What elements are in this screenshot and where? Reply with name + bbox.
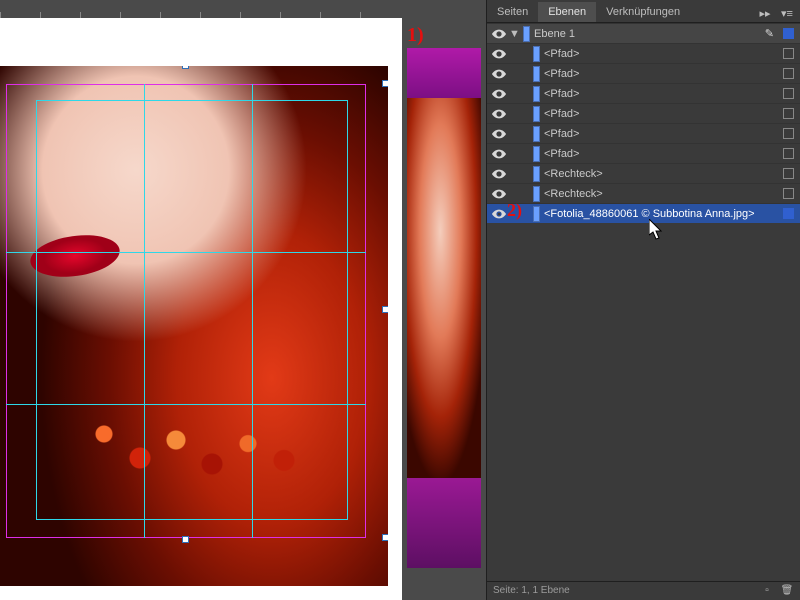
annotation-1: 1) bbox=[407, 24, 424, 47]
panel-menu-icon[interactable]: ▾≡ bbox=[778, 4, 796, 22]
sublayer-name: <Pfad> bbox=[544, 148, 796, 160]
selection-indicator-icon[interactable] bbox=[783, 68, 794, 79]
guide-vertical-1[interactable] bbox=[144, 84, 145, 538]
delete-layer-icon[interactable]: 🗑 bbox=[780, 584, 794, 598]
new-layer-icon[interactable]: ▫ bbox=[760, 584, 774, 598]
layer-subitem[interactable]: <Pfad> bbox=[487, 123, 800, 143]
tab-layers[interactable]: Ebenen bbox=[538, 2, 596, 22]
status-text: Seite: 1, 1 Ebene bbox=[493, 582, 570, 600]
visibility-toggle-icon[interactable] bbox=[491, 206, 507, 222]
panel-collapse-icon[interactable]: ▸▸ bbox=[756, 4, 774, 22]
disclosure-triangle-icon[interactable]: ▼ bbox=[509, 28, 519, 40]
layer-subitem[interactable]: <Pfad> bbox=[487, 83, 800, 103]
layer-color-swatch bbox=[533, 206, 540, 222]
selection-indicator-icon[interactable] bbox=[783, 28, 794, 39]
tab-pages[interactable]: Seiten bbox=[487, 2, 538, 22]
sublayer-name: <Fotolia_48860061 © Subbotina Anna.jpg> bbox=[544, 208, 796, 220]
tab-links[interactable]: Verknüpfungen bbox=[596, 2, 690, 22]
layers-list: ▼ Ebene 1 ✎ <Pfad> <Pfad> <Pfad> <Pfad> <Pfa… bbox=[487, 23, 800, 581]
visibility-toggle-icon[interactable] bbox=[491, 106, 507, 122]
visibility-toggle-icon[interactable] bbox=[491, 26, 507, 42]
layer-color-swatch bbox=[533, 126, 540, 142]
layer-color-swatch bbox=[533, 86, 540, 102]
handle-right[interactable] bbox=[382, 306, 388, 313]
layer-subitem[interactable]: <Pfad> bbox=[487, 63, 800, 83]
layer-subitem[interactable]: <Fotolia_48860061 © Subbotina Anna.jpg> bbox=[487, 203, 800, 223]
layer-subitem[interactable]: <Pfad> bbox=[487, 103, 800, 123]
visibility-toggle-icon[interactable] bbox=[491, 166, 507, 182]
layer-row-parent[interactable]: ▼ Ebene 1 ✎ bbox=[487, 23, 800, 43]
sublayer-name: <Rechteck> bbox=[544, 168, 796, 180]
layer-color-swatch bbox=[533, 186, 540, 202]
layer-color-swatch bbox=[533, 106, 540, 122]
layer-color-swatch bbox=[523, 26, 530, 42]
visibility-toggle-icon[interactable] bbox=[491, 146, 507, 162]
panel-tabs: Seiten Ebenen Verknüpfungen ▸▸ ▾≡ bbox=[487, 0, 800, 23]
handle-top[interactable] bbox=[182, 66, 189, 69]
guide-horizontal-1[interactable] bbox=[6, 252, 366, 253]
sublayer-name: <Pfad> bbox=[544, 48, 796, 60]
panel-status-bar: Seite: 1, 1 Ebene ▫ 🗑 bbox=[487, 581, 800, 600]
layer-subitem[interactable]: <Pfad> bbox=[487, 143, 800, 163]
selection-indicator-icon[interactable] bbox=[783, 168, 794, 179]
layer-color-swatch bbox=[533, 166, 540, 182]
placed-image[interactable] bbox=[0, 66, 388, 586]
layers-panel: Seiten Ebenen Verknüpfungen ▸▸ ▾≡ ▼ Eben… bbox=[486, 0, 800, 600]
selection-indicator-icon[interactable] bbox=[783, 88, 794, 99]
selection-indicator-icon[interactable] bbox=[783, 188, 794, 199]
visibility-toggle-icon[interactable] bbox=[491, 66, 507, 82]
selection-indicator-icon[interactable] bbox=[783, 48, 794, 59]
sublayer-name: <Pfad> bbox=[544, 108, 796, 120]
guide-horizontal-2[interactable] bbox=[6, 404, 366, 405]
layer-color-swatch bbox=[533, 146, 540, 162]
layer-subitem[interactable]: <Rechteck> bbox=[487, 183, 800, 203]
canvas-area[interactable]: 340350360370380390400410420430 bbox=[0, 0, 402, 600]
visibility-toggle-icon[interactable] bbox=[491, 86, 507, 102]
layer-subitem[interactable]: <Pfad> bbox=[487, 43, 800, 63]
visibility-toggle-icon[interactable] bbox=[491, 46, 507, 62]
handle-top-right[interactable] bbox=[382, 80, 388, 87]
sublayer-name: <Pfad> bbox=[544, 68, 796, 80]
layer-color-swatch bbox=[533, 66, 540, 82]
horizontal-ruler: 340350360370380390400410420430 bbox=[0, 0, 402, 18]
sublayer-name: <Pfad> bbox=[544, 88, 796, 100]
visibility-toggle-icon[interactable] bbox=[491, 126, 507, 142]
guide-vertical-2[interactable] bbox=[252, 84, 253, 538]
sublayer-name: <Rechteck> bbox=[544, 188, 796, 200]
layer-color-swatch bbox=[533, 46, 540, 62]
layer-subitem[interactable]: <Rechteck> bbox=[487, 163, 800, 183]
selection-indicator-icon[interactable] bbox=[783, 128, 794, 139]
selection-indicator-icon[interactable] bbox=[783, 148, 794, 159]
handle-bottom-right[interactable] bbox=[382, 534, 388, 541]
visibility-toggle-icon[interactable] bbox=[491, 186, 507, 202]
active-layer-pen-icon: ✎ bbox=[765, 27, 774, 40]
selection-indicator-icon[interactable] bbox=[783, 108, 794, 119]
second-page-preview[interactable]: 1) bbox=[402, 0, 486, 600]
layer-name: Ebene 1 bbox=[534, 28, 796, 40]
selection-indicator-icon[interactable] bbox=[783, 208, 794, 219]
sublayer-name: <Pfad> bbox=[544, 128, 796, 140]
annotation-2: 2) bbox=[507, 200, 522, 221]
selection-frame-inner[interactable] bbox=[36, 100, 348, 520]
handle-bottom[interactable] bbox=[182, 536, 189, 543]
